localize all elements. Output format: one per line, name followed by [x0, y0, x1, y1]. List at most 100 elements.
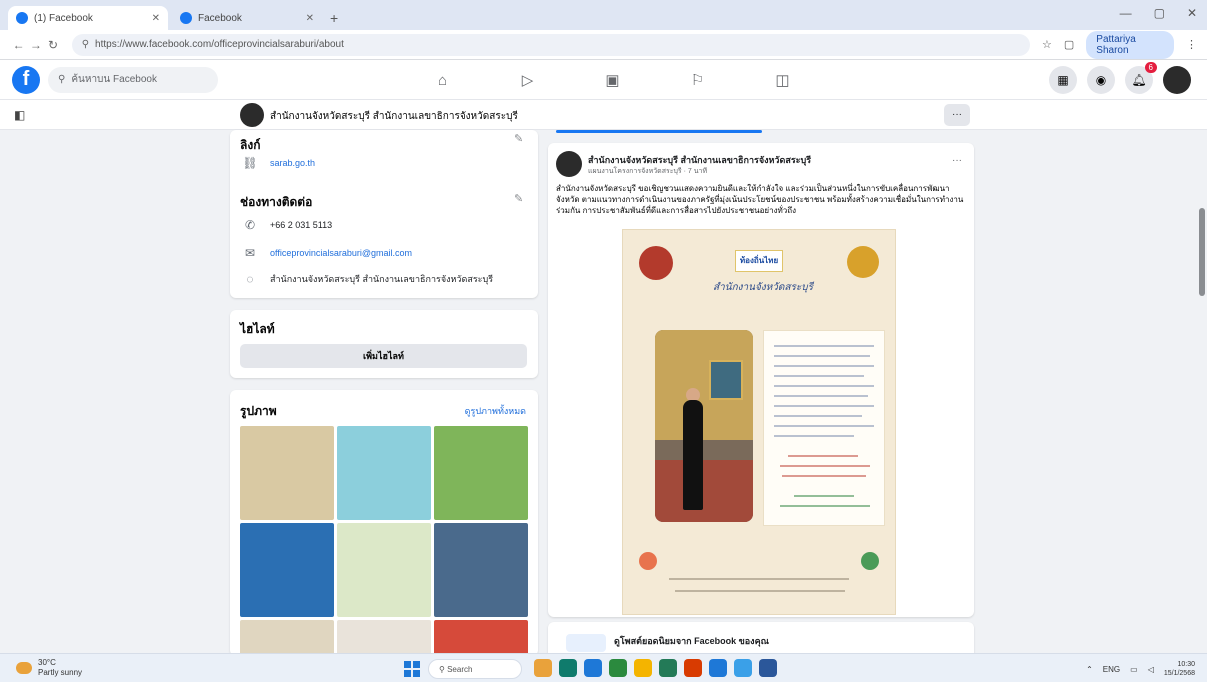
tab-title: (1) Facebook	[34, 12, 93, 24]
taskbar-app-icon[interactable]	[684, 659, 702, 677]
reload-icon[interactable]: ↻	[44, 38, 61, 52]
page-avatar[interactable]	[240, 103, 264, 127]
messenger-name[interactable]: สำนักงานจังหวัดสระบุรี สำนักงานเลขาธิการ…	[270, 272, 493, 286]
account-avatar[interactable]	[1163, 66, 1191, 94]
scrollbar-thumb[interactable]	[1199, 208, 1205, 296]
taskbar-app-icon[interactable]	[609, 659, 627, 677]
add-featured-button[interactable]: เพิ่มไฮไลท์	[240, 344, 527, 368]
featured-heading: ไฮไลท์	[240, 322, 275, 336]
home-icon[interactable]: ⌂	[400, 72, 485, 89]
post-card: สำนักงานจังหวัดสระบุรี สำนักงานเลขาธิการ…	[548, 143, 974, 617]
taskbar-app-icon[interactable]	[709, 659, 727, 677]
taskbar-apps	[534, 659, 777, 677]
suggestion-text[interactable]: ดูโพสต์ยอดนิยมจาก Facebook ของคุณ	[614, 634, 769, 648]
windows-taskbar: 30°C Partly sunny ⚲ Search ⌃ ENG ▭ ◁ 10:…	[0, 653, 1207, 682]
page-header-bar: ◧ สำนักงานจังหวัดสระบุรี สำนักงานเลขาธิก…	[0, 100, 1207, 130]
facebook-favicon-icon	[16, 12, 28, 24]
messenger-icon: ◌	[246, 272, 254, 286]
search-placeholder: ค้นหาบน Facebook	[71, 74, 157, 85]
edit-contact-icon[interactable]: ✎	[514, 192, 523, 205]
site-info-icon[interactable]: ⚲	[82, 39, 89, 50]
page-more-button[interactable]: ···	[944, 104, 970, 126]
post-meta: แผนงานโครงการจังหวัดสระบุรี · 7 นาที	[588, 168, 708, 175]
url-field[interactable]: ⚲ https://www.facebook.com/officeprovinc…	[71, 33, 1031, 56]
profile-button[interactable]: Pattariya Sharon	[1086, 30, 1174, 59]
facebook-search-input[interactable]: ⚲ ค้นหาบน Facebook	[48, 66, 218, 93]
search-icon: ⚲	[58, 74, 66, 85]
contact-card: ลิงก์ ✎ ⛓ sarab.go.th ช่องทางติดต่อ ✎ ✆ …	[230, 130, 538, 298]
weather-widget[interactable]: 30°C Partly sunny	[16, 658, 82, 678]
photo-thumbnail[interactable]	[434, 523, 528, 617]
cartoon-character-icon	[861, 552, 879, 570]
back-icon[interactable]: ←	[10, 38, 27, 52]
browser-tab-facebook-2[interactable]: Facebook ✕	[172, 6, 322, 30]
email-row: ✉ officeprovincialsaraburi@gmail.com	[242, 246, 412, 260]
photo-thumbnail[interactable]	[240, 523, 334, 617]
browser-toolbar-right: ☆ ▢ Pattariya Sharon ⋮	[1042, 30, 1197, 59]
weather-temp: 30°C	[38, 658, 56, 667]
menu-grid-icon[interactable]: ▦	[1049, 66, 1077, 94]
new-tab-button[interactable]: +	[330, 10, 338, 26]
post-author-name[interactable]: สำนักงานจังหวัดสระบุรี สำนักงานเลขาธิการ…	[588, 153, 811, 167]
phone-number: +66 2 031 5113	[270, 220, 333, 230]
video-icon[interactable]: ▷	[485, 71, 570, 89]
page-title[interactable]: สำนักงานจังหวัดสระบุรี สำนักงานเลขาธิการ…	[270, 109, 518, 124]
loading-bar	[556, 130, 762, 133]
weather-text: Partly sunny	[38, 668, 83, 677]
taskbar-app-icon[interactable]	[659, 659, 677, 677]
window-controls: — ▢ ✕	[1120, 6, 1197, 20]
facebook-logo-icon[interactable]: f	[12, 65, 40, 94]
gaming-icon[interactable]: ◫	[740, 71, 825, 89]
browser-tab-facebook[interactable]: (1) Facebook ✕	[8, 6, 168, 30]
taskbar-app-icon[interactable]	[534, 659, 552, 677]
photo-thumbnail[interactable]	[434, 620, 528, 656]
close-tab-icon[interactable]: ✕	[306, 13, 314, 24]
notifications-icon[interactable]: 🔔︎ 6	[1125, 62, 1157, 94]
messenger-icon[interactable]: ◉	[1087, 66, 1115, 94]
groups-icon[interactable]: ⚐	[655, 71, 740, 89]
sidebar-toggle-icon[interactable]: ◧	[14, 108, 25, 122]
website-row: ⛓ sarab.go.th	[242, 156, 315, 170]
start-button-icon[interactable]	[404, 661, 420, 677]
taskbar-app-icon[interactable]	[734, 659, 752, 677]
contact-heading: ช่องทางติดต่อ	[240, 195, 313, 209]
marketplace-icon[interactable]: ▣	[570, 71, 655, 89]
photo-thumbnail[interactable]	[337, 620, 431, 656]
photo-thumbnail[interactable]	[240, 426, 334, 520]
tray-language[interactable]: ENG	[1103, 665, 1120, 674]
taskbar-app-icon[interactable]	[759, 659, 777, 677]
photo-thumbnail[interactable]	[240, 620, 334, 656]
bookmark-star-icon[interactable]: ☆	[1042, 38, 1052, 51]
see-all-photos-link[interactable]: ดูรูปภาพทั้งหมด	[465, 404, 526, 418]
taskbar-app-icon[interactable]	[559, 659, 577, 677]
close-window-button[interactable]: ✕	[1187, 6, 1197, 20]
forward-icon[interactable]: →	[27, 38, 44, 52]
maximize-button[interactable]: ▢	[1154, 6, 1165, 20]
featured-card: ไฮไลท์ เพิ่มไฮไลท์	[230, 310, 538, 378]
taskbar-search[interactable]: ⚲ Search	[428, 659, 522, 679]
taskbar-app-icon[interactable]	[634, 659, 652, 677]
clock[interactable]: 10:30 15/1/2568	[1164, 660, 1195, 678]
photo-thumbnail[interactable]	[337, 523, 431, 617]
taskbar-app-icon[interactable]	[584, 659, 602, 677]
website-link[interactable]: sarab.go.th	[270, 158, 315, 168]
volume-icon[interactable]: ◁	[1148, 665, 1154, 674]
photo-thumbnail[interactable]	[337, 426, 431, 520]
tab-title: Facebook	[198, 12, 242, 24]
sidebar-panel-icon[interactable]: ▢	[1064, 38, 1074, 51]
edit-links-icon[interactable]: ✎	[514, 132, 523, 145]
poster-title: สำนักงานจังหวัดสระบุรี	[713, 282, 813, 293]
email-link[interactable]: officeprovincialsaraburi@gmail.com	[270, 248, 412, 258]
tray-chevron-icon[interactable]: ⌃	[1086, 665, 1093, 674]
post-image[interactable]: ท้องถิ่นไทย สำนักงานจังหวัดสระบุรี	[622, 229, 896, 615]
minimize-button[interactable]: —	[1120, 6, 1132, 20]
phone-icon: ✆	[244, 218, 256, 232]
photo-thumbnail[interactable]	[434, 426, 528, 520]
post-author-avatar[interactable]	[556, 151, 582, 177]
browser-menu-icon[interactable]: ⋮	[1186, 38, 1197, 51]
post-options-button[interactable]: ···	[952, 155, 962, 166]
network-icon[interactable]: ▭	[1130, 665, 1138, 674]
close-tab-icon[interactable]: ✕	[152, 13, 160, 24]
province-seal-icon	[639, 246, 673, 280]
links-heading: ลิงก์	[240, 138, 261, 152]
